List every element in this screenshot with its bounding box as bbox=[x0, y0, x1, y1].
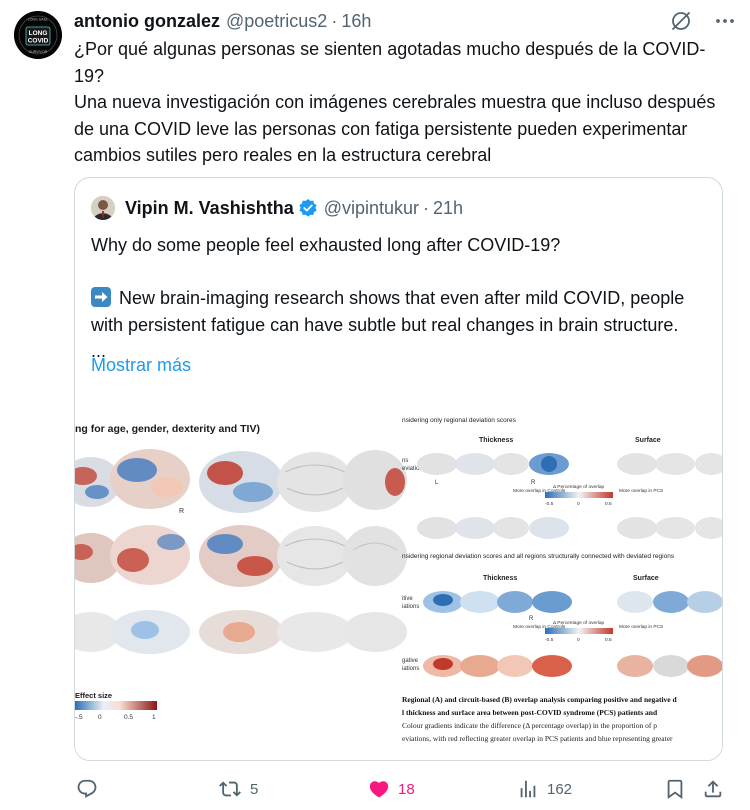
quoted-text-line2: New brain-imaging research shows that ev… bbox=[91, 285, 711, 338]
brain-row-a1 bbox=[417, 453, 722, 475]
left-legend-tick-2: 0 bbox=[98, 714, 102, 721]
right-b-title: nsidering regional deviation scores and … bbox=[402, 553, 675, 560]
left-legend-tick-1: -.5 bbox=[75, 714, 83, 721]
right-a-title: nsidering only regional deviation scores bbox=[402, 417, 517, 424]
avatar-bottom-text: SURVIVOR bbox=[29, 50, 48, 54]
tweet-header: antonio gonzalez @poetricus2 · 16h bbox=[74, 9, 736, 33]
legend-b-tick-1: -0.5 bbox=[545, 637, 554, 643]
avatar-line1: LONG bbox=[29, 30, 48, 37]
author-handle[interactable]: @poetricus2 bbox=[226, 11, 327, 32]
quoted-tweet-image[interactable]: ng for age, gender, dexterity and TIV) R bbox=[75, 410, 722, 760]
separator-dot: · bbox=[331, 10, 338, 31]
legend-b-pct-title: Δ Percentage of overlap bbox=[553, 620, 605, 626]
retweet-icon bbox=[219, 781, 241, 797]
tweet-text-line2: Una nueva investigación con imágenes cer… bbox=[74, 92, 716, 165]
quoted-author-name[interactable]: Vipin M. Vashishtha bbox=[125, 198, 294, 219]
legend-b-more-pcs: More overlap in PCS bbox=[619, 624, 663, 630]
reply-icon bbox=[77, 779, 97, 798]
quoted-text-line2-content: New brain-imaging research shows that ev… bbox=[91, 288, 685, 335]
brain-row-3 bbox=[75, 610, 407, 654]
brain-row-2 bbox=[75, 525, 407, 587]
tweet-time[interactable]: 16h bbox=[341, 11, 371, 32]
views-count: 162 bbox=[547, 780, 573, 798]
legend-tick-1: -0.5 bbox=[545, 501, 554, 507]
avatar-line2: COVID bbox=[28, 38, 49, 45]
author-avatar[interactable]: LONG HAUL LONG COVID SURVIVOR bbox=[14, 11, 62, 59]
reply-button[interactable] bbox=[76, 778, 106, 800]
quoted-author-avatar[interactable] bbox=[91, 196, 115, 220]
grok-icon[interactable] bbox=[670, 10, 692, 32]
long-covid-logo: LONG HAUL LONG COVID SURVIVOR bbox=[14, 11, 62, 59]
quoted-separator-dot: · bbox=[423, 197, 430, 218]
bookmark-icon bbox=[667, 779, 683, 800]
tweet-actions: 5 18 162 bbox=[74, 776, 734, 804]
right-a-L: L bbox=[435, 480, 439, 486]
quoted-tweet-header: Vipin M. Vashishtha @vipintukur · 21h bbox=[91, 196, 463, 220]
quoted-text-line1: Why do some people feel exhausted long a… bbox=[91, 235, 561, 255]
retweet-button[interactable]: 5 bbox=[218, 778, 258, 800]
right-b-row-1: itive bbox=[402, 596, 413, 602]
left-legend-tick-4: 1 bbox=[152, 714, 156, 721]
right-b-row-2: iations bbox=[402, 604, 419, 610]
legend-more-pcs: More overlap in PCS bbox=[619, 488, 663, 494]
pct-legend-bar-b bbox=[545, 628, 613, 634]
right-a-row-1: ns bbox=[402, 458, 408, 464]
quoted-tweet[interactable]: Vipin M. Vashishtha @vipintukur · 21h Wh… bbox=[74, 177, 723, 761]
views-icon bbox=[520, 780, 536, 798]
like-button[interactable]: 18 bbox=[368, 778, 415, 800]
left-legend-bar bbox=[75, 701, 157, 710]
views-button[interactable]: 162 bbox=[517, 778, 572, 800]
avatar-top-text: LONG HAUL bbox=[28, 18, 49, 22]
heart-filled-icon bbox=[369, 781, 389, 798]
like-count: 18 bbox=[398, 780, 415, 798]
quoted-time[interactable]: 21h bbox=[433, 198, 463, 219]
tweet-body: ¿Por qué algunas personas se sienten ago… bbox=[74, 36, 734, 169]
legend-b-tick-2: 0 bbox=[577, 637, 580, 643]
brain-row-a2 bbox=[417, 517, 722, 539]
caption-line-4: eviations, with red reflecting greater o… bbox=[402, 734, 673, 743]
verified-badge-icon bbox=[298, 198, 318, 218]
quoted-author-handle[interactable]: @vipintukur bbox=[324, 198, 419, 219]
left-figure-R: R bbox=[179, 508, 184, 515]
bookmark-button[interactable] bbox=[664, 778, 686, 800]
tweet-text-line1: ¿Por qué algunas personas se sienten ago… bbox=[74, 39, 706, 86]
brain-row-b2 bbox=[423, 655, 722, 677]
surface-label-b: Surface bbox=[633, 575, 659, 582]
thickness-label-a: Thickness bbox=[479, 437, 513, 444]
quoted-tweet-body: Why do some people feel exhausted long a… bbox=[91, 232, 711, 365]
caption-line-2: l thickness and surface area between pos… bbox=[402, 708, 658, 717]
caption-line-1: Regional (A) and circuit-based (B) overl… bbox=[402, 695, 677, 704]
show-more-link[interactable]: Mostrar más bbox=[91, 355, 191, 376]
left-figure-title: ng for age, gender, dexterity and TIV) bbox=[75, 423, 260, 435]
legend-b-tick-3: 0.5 bbox=[605, 637, 612, 643]
right-b-R: R bbox=[529, 616, 534, 622]
legend-tick-2: 0 bbox=[577, 501, 580, 507]
brain-row-1 bbox=[75, 449, 407, 513]
pct-legend-bar bbox=[545, 492, 613, 498]
left-legend-tick-3: 0.5 bbox=[124, 714, 133, 721]
legend-tick-3: 0.5 bbox=[605, 501, 612, 507]
retweet-count: 5 bbox=[250, 780, 259, 798]
right-b-row-3: gative bbox=[402, 658, 419, 664]
header-actions bbox=[670, 10, 736, 32]
brain-row-b1 bbox=[423, 591, 722, 613]
author-name[interactable]: antonio gonzalez bbox=[74, 11, 220, 32]
more-options-icon[interactable] bbox=[714, 10, 736, 32]
left-legend-title: Effect size bbox=[75, 691, 112, 700]
thickness-label-b: Thickness bbox=[483, 575, 517, 582]
legend-pct-title: Δ Percentage of overlap bbox=[553, 484, 605, 490]
right-a-R: R bbox=[531, 480, 536, 486]
right-arrow-icon bbox=[91, 287, 111, 307]
share-icon bbox=[704, 780, 722, 798]
caption-line-3: Colour gradients indicate the difference… bbox=[402, 721, 657, 730]
surface-label-a: Surface bbox=[635, 437, 661, 444]
share-button[interactable] bbox=[702, 778, 724, 800]
right-b-row-4: iations bbox=[402, 666, 419, 672]
